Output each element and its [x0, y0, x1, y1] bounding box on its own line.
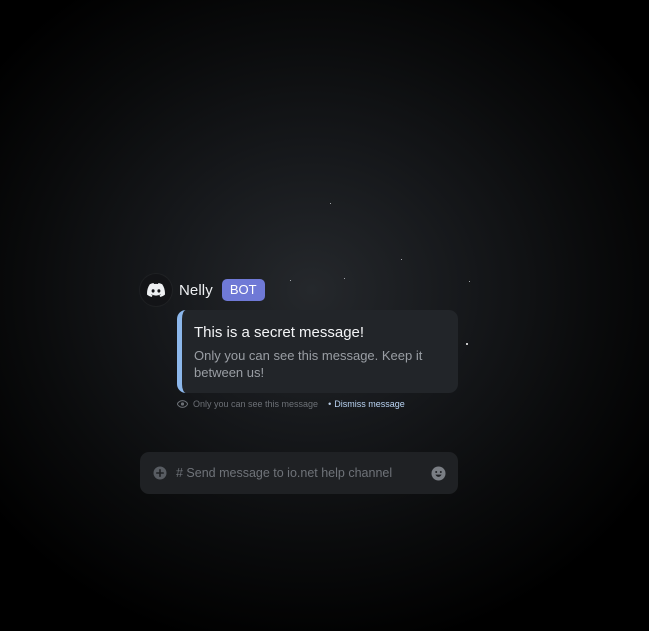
app-canvas: Nelly BOT This is a secret message! Only…: [0, 0, 649, 631]
message-header: Nelly BOT: [140, 274, 265, 306]
discord-logo-icon: [147, 283, 165, 297]
bot-badge: BOT: [221, 279, 265, 301]
message-input[interactable]: [176, 466, 431, 480]
dismiss-message-link[interactable]: Dismiss message: [334, 399, 405, 409]
message-composer: [140, 452, 458, 494]
message-body: Only you can see this message. Keep it b…: [194, 348, 423, 380]
notice-separator: •: [328, 399, 332, 409]
ephemeral-notice: Only you can see this message • Dismiss …: [177, 397, 405, 411]
ephemeral-message-card: This is a secret message! Only you can s…: [177, 310, 458, 393]
star: [344, 278, 345, 279]
message-title: This is a secret message!: [194, 324, 365, 341]
eye-icon: [177, 400, 188, 408]
username[interactable]: Nelly: [179, 282, 213, 299]
plus-circle-icon: [153, 466, 167, 480]
star: [469, 281, 470, 282]
emoji-button[interactable]: [431, 466, 446, 481]
star: [401, 259, 402, 260]
notice-text: Only you can see this message: [193, 399, 319, 409]
add-attachment-button[interactable]: [153, 466, 167, 480]
star: [466, 343, 468, 345]
star: [290, 280, 291, 281]
star: [330, 203, 331, 204]
smiley-icon: [431, 466, 446, 480]
avatar[interactable]: [140, 274, 172, 306]
